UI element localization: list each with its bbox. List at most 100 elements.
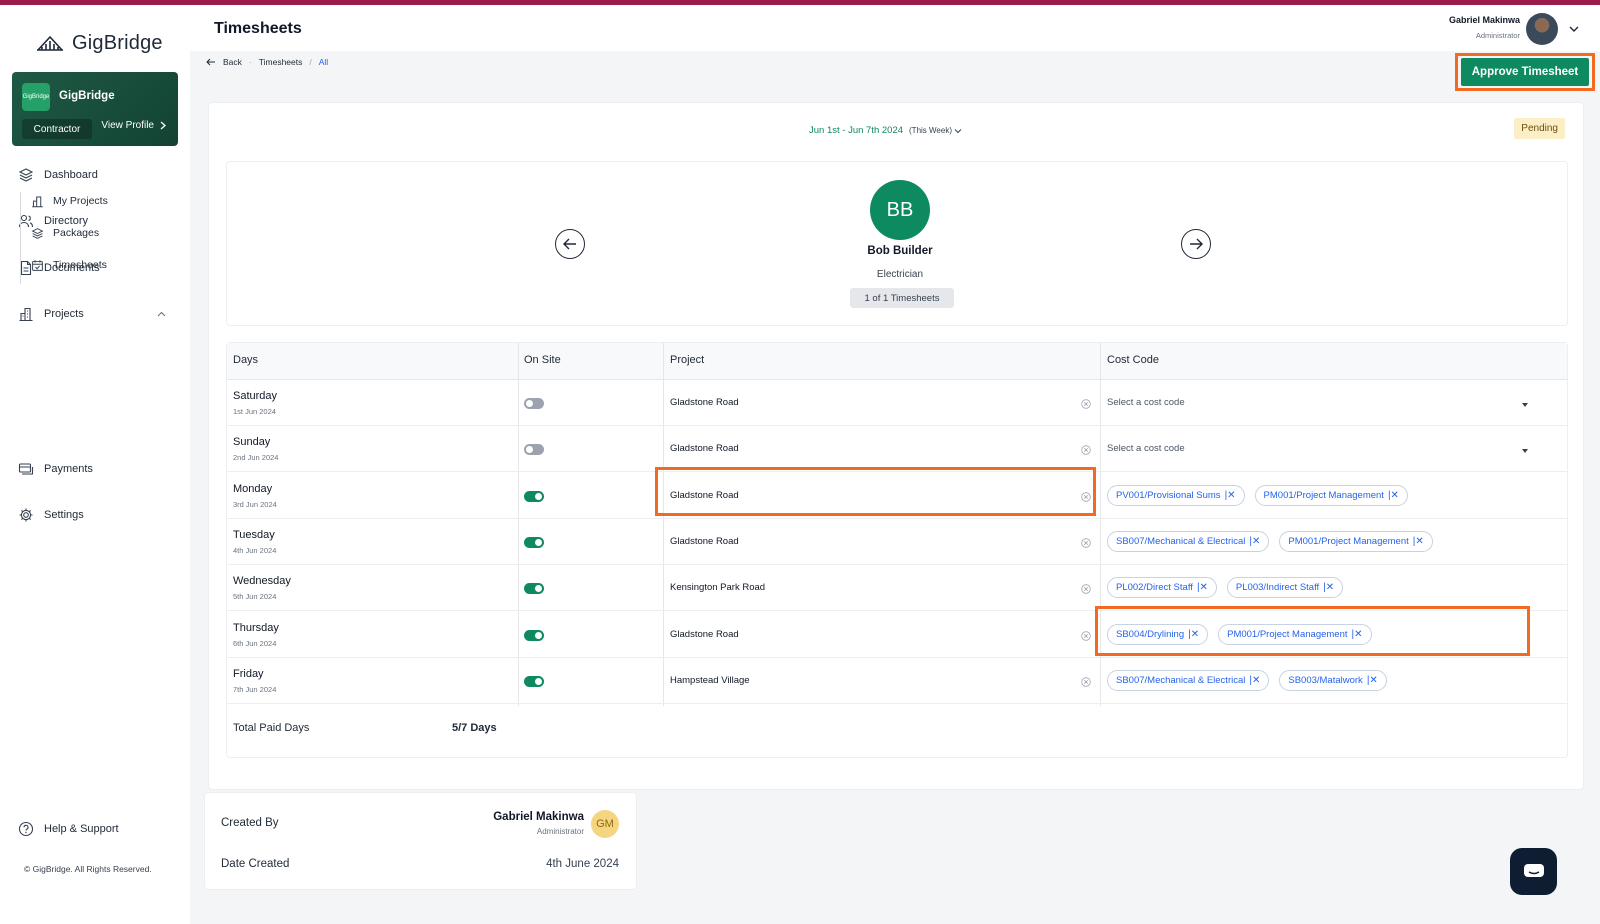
layers-icon	[31, 227, 44, 239]
remove-chip-icon[interactable]: |✕	[1197, 582, 1208, 593]
sidebar-item-label: Dashboard	[44, 169, 98, 181]
clear-icon[interactable]	[1081, 538, 1091, 548]
worker-name: Bob Builder	[867, 245, 933, 257]
breadcrumb-timesheets[interactable]: Timesheets	[259, 57, 303, 67]
timesheet-meta: Created By Gabriel Makinwa Administrator…	[204, 792, 637, 890]
project-highlight	[655, 467, 1096, 516]
sidebar-item-timesheets[interactable]: Timesheets	[31, 256, 107, 274]
clear-icon[interactable]	[1081, 584, 1091, 594]
worker-profile: BB Bob Builder Electrician 1 of 1 Timesh…	[226, 161, 1568, 326]
sidebar-item-settings[interactable]: Settings	[18, 505, 178, 525]
day-date: 4th Jun 2024	[233, 545, 277, 555]
on-site-toggle[interactable]	[524, 398, 544, 409]
day-name: Thursday	[233, 621, 279, 634]
clear-icon[interactable]	[1081, 630, 1091, 641]
remove-chip-icon[interactable]: |✕	[1413, 536, 1424, 547]
project-select[interactable]: Gladstone Road	[670, 397, 739, 408]
previous-timesheet-button[interactable]	[555, 229, 585, 259]
cost-code-chip[interactable]: SB007/Mechanical & Electrical |✕	[1107, 669, 1270, 691]
next-timesheet-button[interactable]	[1181, 229, 1211, 259]
cost-code-chip[interactable]: PM001/Project Management |✕	[1279, 530, 1433, 552]
on-site-toggle[interactable]	[524, 536, 544, 548]
day-name: Saturday	[233, 390, 278, 402]
sidebar-item-packages[interactable]: Packages	[31, 224, 99, 242]
chip-label: PV001/Provisional Sums	[1116, 489, 1221, 501]
cost-code-chip[interactable]: PL003/Indirect Staff |✕	[1226, 577, 1344, 599]
approve-timesheet-button[interactable]: Approve Timesheet	[1461, 58, 1589, 86]
remove-chip-icon[interactable]: |✕	[1367, 675, 1378, 686]
user-name: Gabriel Makinwa	[1448, 15, 1520, 25]
chat-icon	[1523, 863, 1544, 877]
sidebar-item-dashboard[interactable]: Dashboard	[18, 165, 178, 185]
remove-chip-icon[interactable]: |✕	[1249, 536, 1260, 547]
project-select[interactable]: Hampstead Village	[670, 675, 750, 686]
gear-icon	[19, 508, 33, 522]
caret-down-icon[interactable]	[1522, 403, 1528, 407]
org-name: GigBridge	[59, 90, 115, 102]
on-site-toggle[interactable]	[524, 444, 544, 456]
project-select[interactable]: Gladstone Road	[670, 443, 739, 454]
cost-code-chips: SB007/Mechanical & Electrical |✕ SB003/Mat…	[1107, 669, 1387, 691]
on-site-toggle[interactable]	[524, 490, 544, 502]
back-link[interactable]: Back	[223, 57, 242, 67]
sidebar-item-my-projects[interactable]: My Projects	[31, 192, 108, 210]
project-select[interactable]: Kensington Park Road	[670, 582, 765, 593]
layers-icon	[18, 168, 34, 182]
help-circle-icon	[18, 821, 34, 837]
user-menu[interactable]: Gabriel Makinwa Administrator	[1449, 15, 1520, 40]
user-role: Administrator	[1475, 31, 1520, 40]
help-support-link[interactable]: Help & Support	[18, 821, 119, 837]
cost-code-chip[interactable]: PV001/Provisional Sums |✕	[1107, 484, 1245, 506]
breadcrumb-dot: ·	[248, 57, 252, 67]
on-site-toggle[interactable]	[524, 629, 544, 641]
caret-down-icon[interactable]	[1522, 449, 1528, 454]
app-logo[interactable]: GigBridge	[36, 32, 163, 55]
on-site-toggle[interactable]	[524, 675, 544, 687]
clear-icon[interactable]	[1081, 445, 1091, 455]
toggle-knob	[535, 492, 542, 500]
chat-button[interactable]	[1510, 848, 1557, 895]
gigbridge-logo-icon	[37, 35, 63, 51]
breadcrumb-current[interactable]: All	[319, 57, 328, 67]
clear-icon[interactable]	[1081, 399, 1091, 409]
toggle-knob	[526, 400, 533, 407]
cost-code-chip[interactable]: SB007/Mechanical & Electrical |✕	[1107, 530, 1270, 552]
project-select[interactable]: Gladstone Road	[670, 629, 739, 640]
sidebar-item-payments[interactable]: Payments	[18, 459, 178, 479]
sidebar-item-label: Settings	[44, 509, 84, 521]
toggle-knob	[535, 677, 542, 685]
remove-chip-icon[interactable]: |✕	[1388, 490, 1399, 501]
chevron-down-icon[interactable]	[1568, 23, 1580, 35]
remove-chip-icon[interactable]: |✕	[1323, 582, 1334, 593]
toggle-knob	[526, 446, 533, 454]
cost-code-chip[interactable]: PM001/Project Management |✕	[1254, 484, 1408, 506]
table-row: Saturday 1st Jun 2024 Gladstone Road Select…	[227, 380, 1567, 426]
building-icon	[32, 196, 43, 207]
creator-name: Gabriel Makinwa	[493, 811, 584, 823]
worker-role: Electrician	[876, 269, 924, 280]
worker-avatar: BB	[870, 180, 930, 240]
period-selector[interactable]: Jun 1st - Jun 7th 2024 (This Week)	[809, 125, 962, 136]
cost-code-select[interactable]: Select a cost code	[1107, 397, 1185, 408]
building-icon	[19, 307, 33, 322]
on-site-toggle[interactable]	[524, 583, 544, 595]
sidebar-item-label: Packages	[53, 227, 100, 239]
remove-chip-icon[interactable]: |✕	[1225, 490, 1236, 501]
cost-code-select[interactable]: Select a cost code	[1107, 443, 1185, 454]
project-select[interactable]: Gladstone Road	[670, 536, 739, 547]
sidebar-item-label: Payments	[44, 463, 93, 475]
view-profile-link[interactable]: View Profile	[101, 120, 166, 131]
timesheet-card: Jun 1st - Jun 7th 2024 (This Week) Pendi…	[208, 102, 1584, 790]
table-row: Tuesday 4th Jun 2024 Gladstone Road SB007/M…	[227, 519, 1567, 565]
avatar[interactable]	[1526, 13, 1558, 45]
arrow-left-icon[interactable]	[206, 58, 216, 66]
cost-code-chip[interactable]: PL002/Direct Staff |✕	[1107, 577, 1217, 599]
sidebar-item-projects[interactable]: Projects	[18, 304, 178, 324]
arrow-right-icon	[1190, 238, 1203, 250]
chevron-up-icon	[157, 311, 166, 316]
org-role-badge: Contractor	[22, 119, 92, 139]
cost-code-chip[interactable]: SB003/Matalwork |✕	[1279, 669, 1387, 691]
remove-chip-icon[interactable]: |✕	[1249, 675, 1260, 686]
clear-icon[interactable]	[1081, 677, 1091, 687]
period-label-wrap: (This Week)	[909, 126, 962, 135]
